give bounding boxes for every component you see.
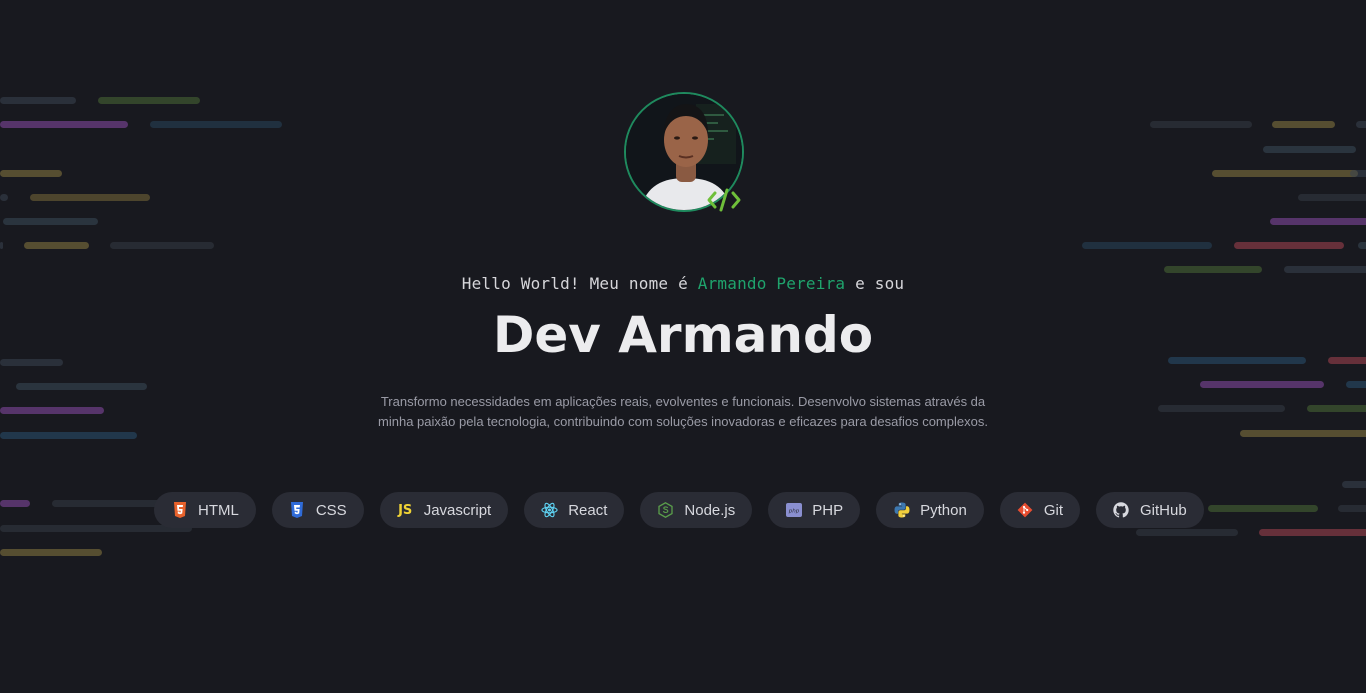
- page-title: Dev Armando: [492, 306, 874, 364]
- skill-chip-github: GitHub: [1095, 492, 1204, 528]
- skill-chip-php: php PHP: [768, 492, 861, 528]
- greeting-prefix: Hello World! Meu nome é: [461, 274, 698, 293]
- css3-icon: [289, 502, 306, 519]
- skill-chip-html: HTML: [154, 492, 256, 528]
- skill-chip-python: Python: [876, 492, 984, 528]
- skill-label: Python: [920, 501, 967, 519]
- svg-text:php: php: [788, 509, 800, 515]
- skill-chip-javascript: JS Javascript: [379, 492, 509, 528]
- skill-label: Git: [1043, 501, 1063, 519]
- skill-label: CSS: [315, 501, 347, 519]
- skill-chip-css: CSS: [271, 492, 364, 528]
- description-line-2: minha paixão pela tecnologia, contribuin…: [378, 414, 988, 429]
- greeting-name: Armando Pereira: [697, 274, 846, 293]
- skill-label: Node.js: [684, 501, 736, 519]
- skill-label: Javascript: [423, 501, 492, 519]
- greeting-suffix: e sou: [845, 274, 905, 293]
- skill-label: HTML: [198, 501, 239, 519]
- greeting-text: Hello World! Meu nome é Armando Pereira …: [0, 274, 1366, 293]
- html5-icon: [171, 502, 188, 519]
- skill-label: GitHub: [1139, 501, 1187, 519]
- javascript-icon: JS: [398, 502, 413, 518]
- hero-description: Transformo necessidades em aplicações re…: [333, 392, 1033, 432]
- portfolio-hero: Hello World! Meu nome é Armando Pereira …: [0, 0, 1366, 693]
- skill-chip-nodejs: Node.js: [640, 492, 753, 528]
- nodejs-icon: [657, 502, 674, 519]
- description-line-1: Transformo necessidades em aplicações re…: [380, 394, 986, 409]
- skill-chip-react: React: [524, 492, 625, 528]
- skill-label: React: [568, 501, 608, 519]
- code-brackets-icon: [707, 188, 741, 212]
- php-icon: php: [785, 502, 802, 519]
- git-icon: [1017, 502, 1034, 519]
- react-icon: [541, 502, 558, 519]
- skill-chip-git: Git: [999, 492, 1080, 528]
- github-icon: [1113, 502, 1130, 519]
- skill-label: PHP: [812, 501, 844, 519]
- skills-list: HTML CSS JS Javascript React Node.js php…: [154, 492, 1204, 528]
- python-icon: [893, 502, 910, 519]
